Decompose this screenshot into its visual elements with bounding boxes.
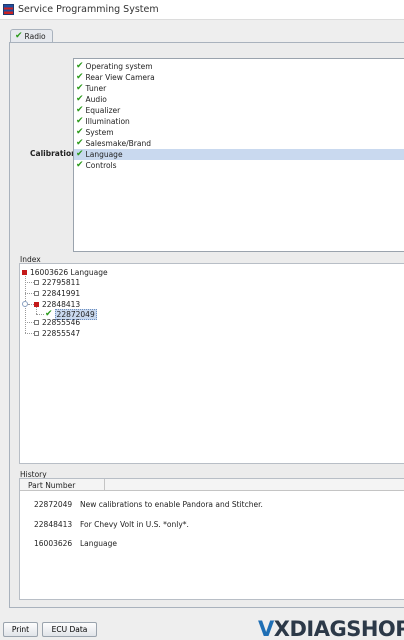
calibration-item-label: Salesmake/Brand xyxy=(85,139,151,148)
history-part-number: 16003626 xyxy=(34,539,73,548)
watermark-text: XDIAGSHOP xyxy=(273,617,404,640)
checkmark-icon: ✔ xyxy=(76,149,84,159)
empty-marker-icon xyxy=(34,330,39,336)
calibration-item-label: Audio xyxy=(85,95,107,104)
history-header-row: Part Number xyxy=(20,479,404,491)
empty-marker-icon xyxy=(34,290,39,296)
expand-toggle-icon[interactable] xyxy=(22,301,28,307)
calibration-item[interactable]: ✔ Salesmake/Brand xyxy=(74,138,404,149)
checkmark-icon: ✔ xyxy=(76,83,84,93)
tab-radio[interactable]: ✔ Radio xyxy=(10,29,53,43)
title-bar: Service Programming System xyxy=(0,0,404,20)
checkmark-icon: ✔ xyxy=(76,94,84,104)
tree-node[interactable]: 22841991 xyxy=(34,288,80,298)
watermark-logo: VXDIAGSHOP xyxy=(258,617,404,640)
calibration-item[interactable]: ✔ Operating system xyxy=(74,61,404,72)
checkmark-icon: ✔ xyxy=(76,61,84,71)
calibration-item-label: Tuner xyxy=(85,84,107,93)
calibration-item-label: Equalizer xyxy=(85,106,121,115)
calibration-item[interactable]: ✔ System xyxy=(74,127,404,138)
app-icon xyxy=(3,4,14,15)
tree-connector xyxy=(25,333,34,334)
checkmark-icon: ✔ xyxy=(76,116,84,126)
tree-node[interactable]: 22855547 xyxy=(34,328,80,338)
checkmark-icon: ✔ xyxy=(76,127,84,137)
red-marker-icon xyxy=(34,301,39,307)
tree-node-label: 22855546 xyxy=(42,317,81,327)
index-tree[interactable]: 16003626 Language 22795811 22841991 2284… xyxy=(19,263,404,464)
calibration-item[interactable]: ✔ Illumination xyxy=(74,116,404,127)
calibration-item-label: Language xyxy=(85,150,123,159)
column-header-part-number[interactable]: Part Number xyxy=(20,479,105,491)
tree-connector xyxy=(36,314,44,315)
calibration-item-label: Rear View Camera xyxy=(85,73,155,82)
tree-node[interactable]: 22855546 xyxy=(34,317,80,327)
checkmark-icon: ✔ xyxy=(76,72,84,82)
window-title: Service Programming System xyxy=(18,4,159,15)
history-part-number: 22848413 xyxy=(34,520,73,529)
history-description: For Chevy Volt in U.S. *only*. xyxy=(80,520,189,529)
checkmark-icon: ✔ xyxy=(76,138,84,148)
calibration-item[interactable]: ✔ Rear View Camera xyxy=(74,72,404,83)
calibration-item[interactable]: ✔ Controls xyxy=(74,160,404,171)
tree-connector xyxy=(25,282,34,283)
calibration-item-label: Illumination xyxy=(85,117,130,126)
checkmark-icon: ✔ xyxy=(76,160,84,170)
tree-node-label: 22855547 xyxy=(42,328,81,338)
calibration-label: Calibration xyxy=(30,149,77,158)
tree-node-label: 22795811 xyxy=(42,277,81,287)
calibration-list[interactable]: ✔ Operating system ✔ Rear View Camera ✔ … xyxy=(73,58,404,252)
calibration-item[interactable]: ✔ Equalizer xyxy=(74,105,404,116)
calibration-item[interactable]: ✔ Tuner xyxy=(74,83,404,94)
empty-marker-icon xyxy=(34,279,39,285)
checkmark-icon: ✔ xyxy=(76,105,84,115)
calibration-item-label: System xyxy=(85,128,114,137)
ecu-data-button[interactable]: ECU Data xyxy=(42,622,97,637)
history-table: Part Number 22872049 New calibrations to… xyxy=(19,478,404,600)
red-marker-icon xyxy=(22,269,27,275)
empty-marker-icon xyxy=(34,319,39,325)
tree-node[interactable]: 22795811 xyxy=(34,277,80,287)
history-part-number: 22872049 xyxy=(34,500,73,509)
tree-node-label: 16003626 Language xyxy=(30,267,108,277)
tree-connector xyxy=(25,322,34,323)
print-button[interactable]: Print xyxy=(3,622,38,637)
history-description: New calibrations to enable Pandora and S… xyxy=(80,500,263,509)
calibration-item-label: Controls xyxy=(85,161,117,170)
history-description: Language xyxy=(80,539,118,548)
tree-connector xyxy=(25,293,34,294)
tree-root-node[interactable]: 16003626 Language xyxy=(22,267,108,277)
tree-node-label: 22841991 xyxy=(42,288,81,298)
checkmark-icon: ✔ xyxy=(15,31,23,41)
calibration-item-selected[interactable]: ✔ Language xyxy=(74,149,404,160)
calibration-item[interactable]: ✔ Audio xyxy=(74,94,404,105)
tree-node-expanded[interactable]: 22848413 xyxy=(34,299,80,309)
tree-node-label: 22848413 xyxy=(42,299,81,309)
tab-label: Radio xyxy=(24,32,46,41)
calibration-item-label: Operating system xyxy=(85,62,153,71)
watermark-prefix: V xyxy=(258,617,274,640)
